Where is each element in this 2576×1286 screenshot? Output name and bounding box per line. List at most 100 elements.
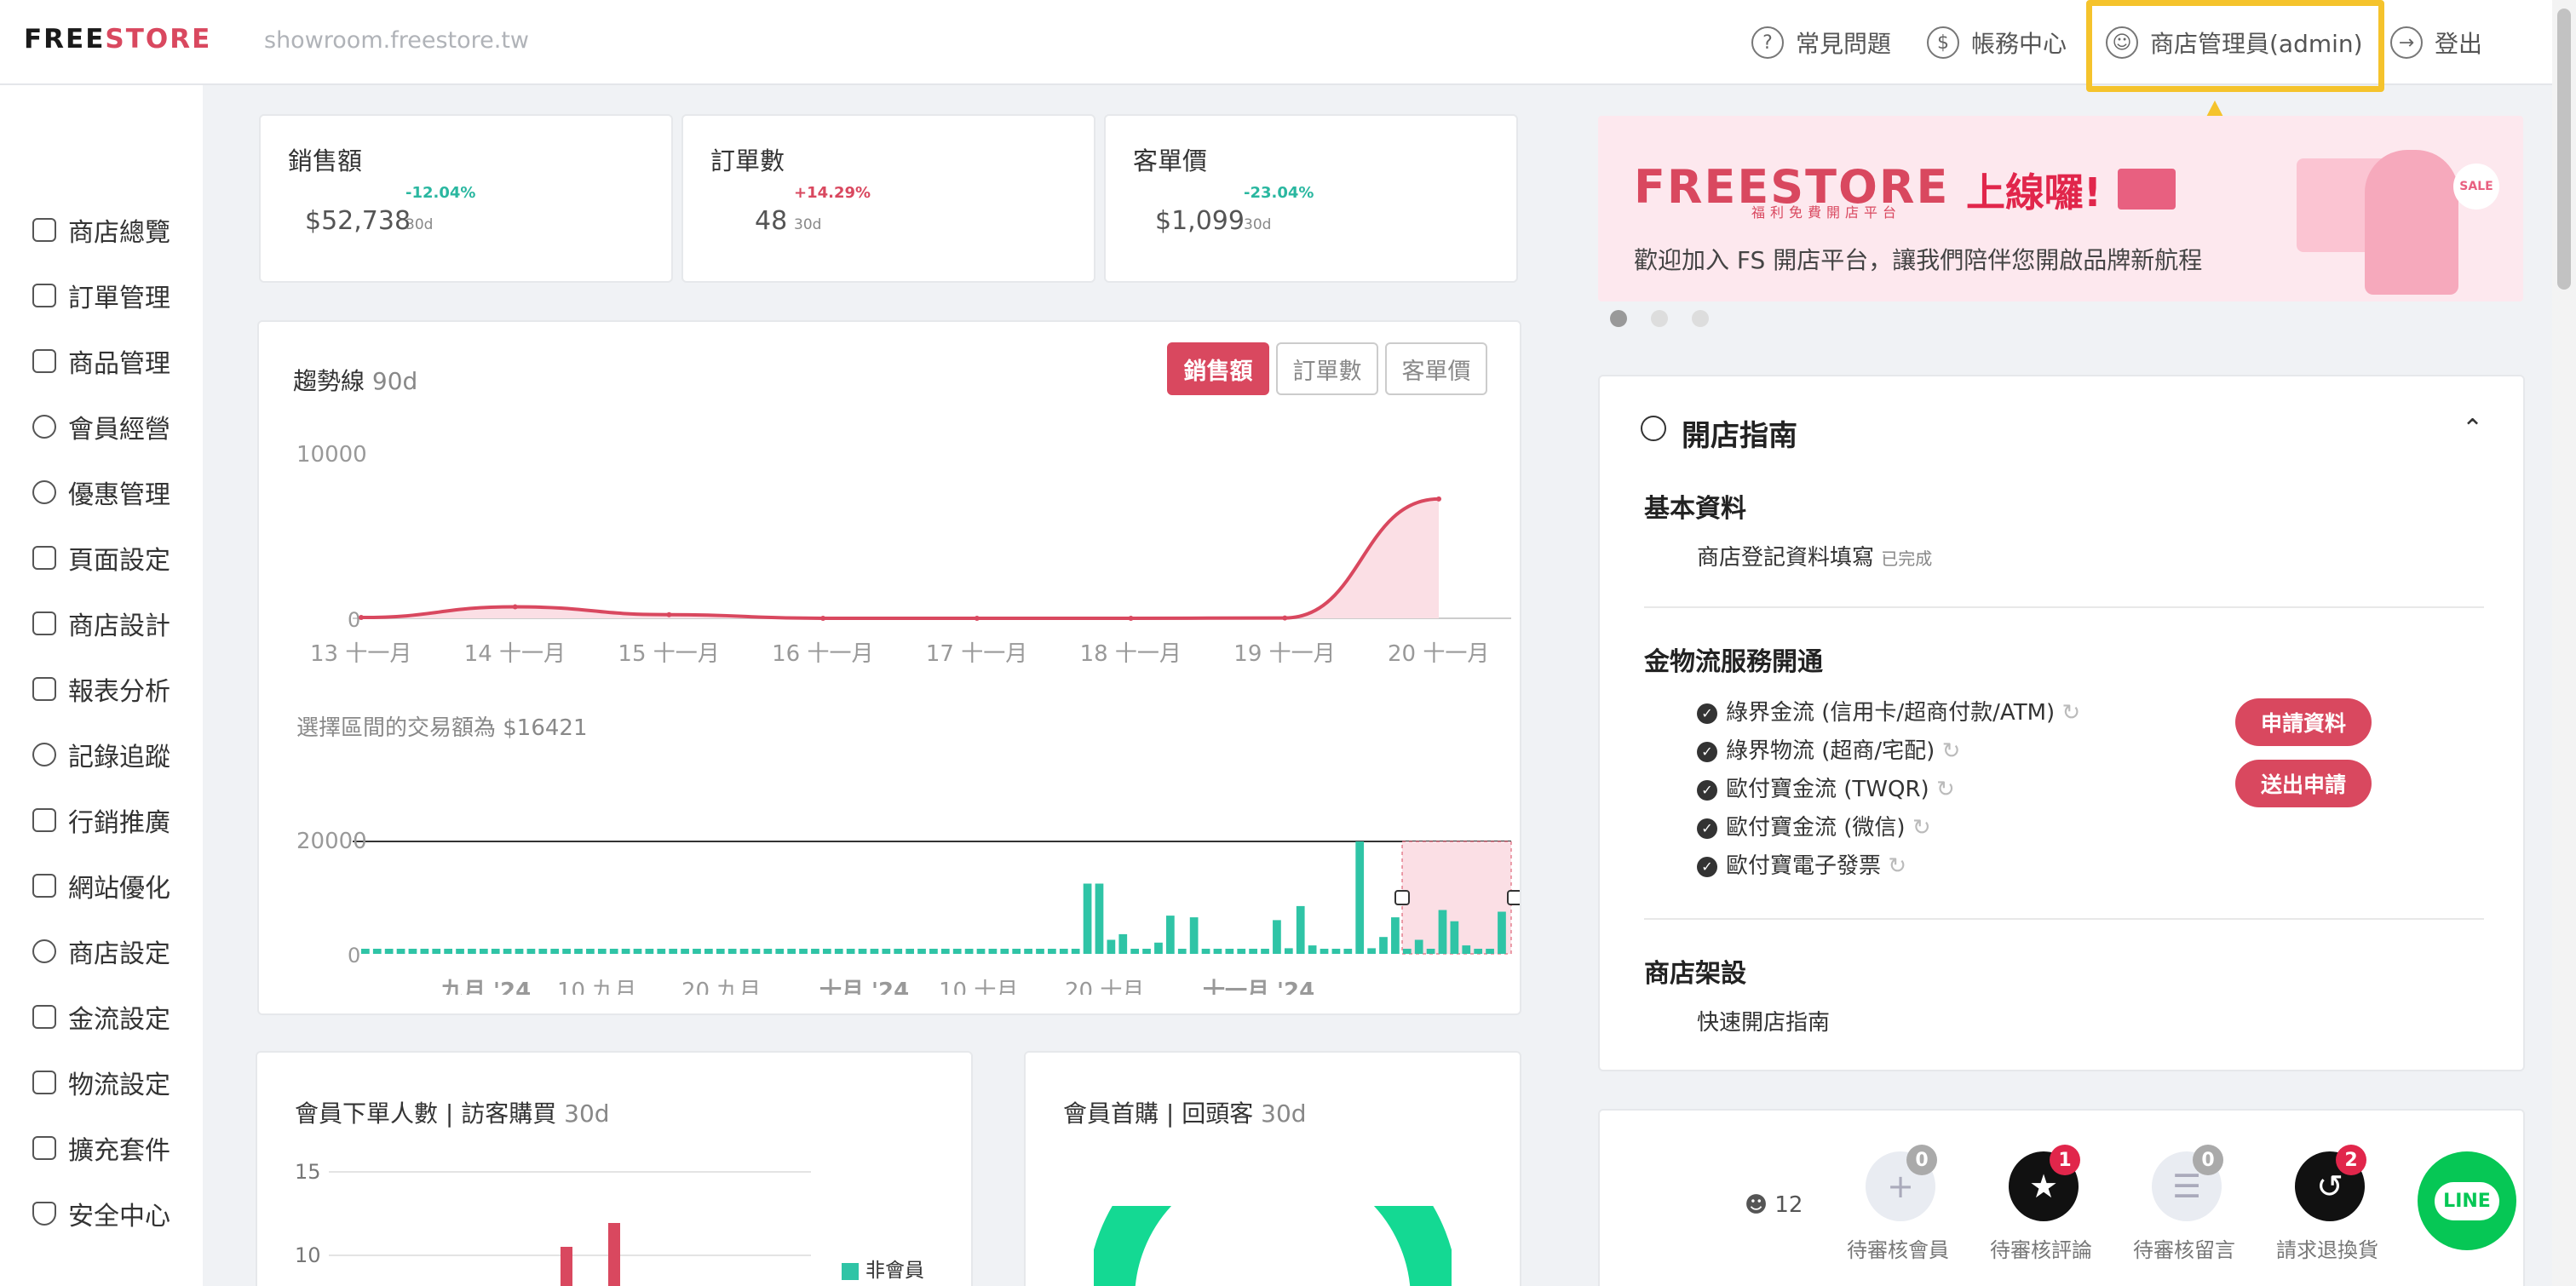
sidebar-item-seo[interactable]: 網站優化 xyxy=(32,869,170,904)
sidebar-item-design[interactable]: 商店設計 xyxy=(32,606,170,641)
kpi-card-orders[interactable]: 訂單數 48 +14.29% 30d xyxy=(681,114,1095,283)
promo-banner[interactable]: FREESTORE 福利免費開店平台 上線囉! 歡迎加入 FS 開店平台，讓我們… xyxy=(1598,116,2523,301)
bar xyxy=(1414,939,1423,954)
pay-item[interactable]: ✓ 歐付寶金流 (微信) ↻ xyxy=(1697,810,1931,841)
scrollbar-thumb[interactable] xyxy=(2557,9,2571,290)
data-point xyxy=(974,616,980,621)
legend-swatch xyxy=(842,1262,859,1280)
sidebar-item-orders[interactable]: 訂單管理 xyxy=(32,278,170,313)
bar xyxy=(917,949,926,954)
bar xyxy=(657,949,666,954)
submit-apply-button[interactable]: 送出申請 xyxy=(2235,760,2372,807)
sidebar-item-settings[interactable]: 商店設定 xyxy=(32,934,170,969)
x-tick-label: 十一月 '24 xyxy=(1203,979,1314,995)
compass-icon xyxy=(1641,416,1666,441)
bar xyxy=(681,949,689,954)
sidebar-item-reports[interactable]: 報表分析 xyxy=(32,672,170,707)
y-tick-label: 20000 xyxy=(296,829,367,854)
kpi-card-aov[interactable]: 客單價 $1,099 -23.04% 30d xyxy=(1104,114,1518,283)
bar xyxy=(515,949,524,954)
bar xyxy=(468,949,476,954)
bar xyxy=(1213,949,1222,954)
bar xyxy=(1059,949,1068,954)
tab-orders[interactable]: 訂單數 xyxy=(1276,342,1378,395)
bar xyxy=(704,949,713,954)
kpi-change: +14.29% xyxy=(794,184,871,202)
bar xyxy=(361,949,370,954)
bar xyxy=(894,949,903,954)
sidebar-item-products[interactable]: 商品管理 xyxy=(32,344,170,379)
y-tick-label: 0 xyxy=(348,944,360,967)
bar xyxy=(1165,916,1175,954)
bar xyxy=(846,949,855,954)
data-point xyxy=(1436,496,1441,502)
basic-item[interactable]: 商店登記資料填寫 已完成 xyxy=(1697,540,1932,571)
carousel-dot-active[interactable] xyxy=(1610,310,1627,327)
tab-aov[interactable]: 客單價 xyxy=(1385,342,1487,395)
member-chart-title: 會員下單人數 | 訪客購買 30d xyxy=(295,1099,610,1128)
bar xyxy=(1462,945,1471,954)
sidebar-item-plugins[interactable]: 擴充套件 xyxy=(32,1131,170,1166)
page-icon xyxy=(32,546,56,570)
bar xyxy=(1130,949,1140,954)
kpi-card-sales[interactable]: 銷售額 $52,738 -12.04% 30d xyxy=(259,114,673,283)
account-center-link[interactable]: $ 帳務中心 xyxy=(1927,0,2067,85)
sidebar: 商店總覽 訂單管理 商品管理 會員經營 優惠管理 頁面設定 商店設計 報表分析 … xyxy=(0,85,203,1286)
pay-item[interactable]: ✓ 歐付寶金流 (TWQR) ↻ xyxy=(1697,772,1955,803)
target-icon xyxy=(32,743,56,766)
line-chat-button[interactable]: LINE xyxy=(2418,1151,2516,1250)
bar xyxy=(1036,949,1044,954)
area-fill xyxy=(361,498,1439,618)
member-order-card: 會員下單人數 | 訪客購買 30d 15 10 非會員 xyxy=(256,1051,973,1286)
count-badge: 1 xyxy=(2050,1145,2080,1175)
sidebar-item-overview[interactable]: 商店總覽 xyxy=(32,213,170,248)
bar xyxy=(1438,910,1447,954)
sidebar-item-security[interactable]: 安全中心 xyxy=(32,1197,170,1231)
x-tick-label: 18 十一月 xyxy=(1080,641,1182,667)
data-point xyxy=(512,604,518,610)
sidebar-item-payment[interactable]: 金流設定 xyxy=(32,1000,170,1035)
y-tick-label: 10 xyxy=(295,1243,321,1267)
sidebar-item-shipping[interactable]: 物流設定 xyxy=(32,1065,170,1100)
bar xyxy=(1237,949,1246,954)
faq-link[interactable]: ? 常見問題 xyxy=(1751,0,1891,85)
logo[interactable]: FREESTORE xyxy=(24,24,211,55)
line-icon: LINE xyxy=(2435,1181,2499,1220)
range-bar-chart[interactable]: 20000 0 九月 '24 10 九月 20 九月 十月 '24 10 十月 20 十月 十一… xyxy=(259,782,1520,995)
bar xyxy=(420,949,429,954)
apply-data-button[interactable]: 申請資料 xyxy=(2235,698,2372,746)
bar xyxy=(1402,949,1412,954)
tab-sales[interactable]: 銷售額 xyxy=(1167,342,1269,395)
pay-item[interactable]: ✓ 綠界物流 (超商/宅配) ↻ xyxy=(1697,733,1960,765)
bar xyxy=(727,949,737,954)
chevron-up-icon[interactable]: ⌃ xyxy=(2462,414,2483,444)
store-guide-link[interactable]: 快速開店指南 xyxy=(1697,1005,1830,1036)
carousel-dot[interactable] xyxy=(1651,310,1668,327)
sidebar-item-members[interactable]: 會員經營 xyxy=(32,410,170,445)
bar xyxy=(1024,949,1032,954)
bar xyxy=(1450,921,1459,954)
data-point xyxy=(359,615,364,621)
bar xyxy=(976,949,986,954)
banner-text: 歡迎加入 FS 開店平台，讓我們陪伴您開啟品牌新航程 xyxy=(1634,246,2203,274)
pending-label: 待審核會員 xyxy=(1847,1238,1949,1262)
bar xyxy=(1142,949,1151,954)
plugin-icon xyxy=(32,1136,56,1160)
pay-item[interactable]: ✓ 歐付寶電子發票 ↻ xyxy=(1697,848,1906,880)
logout-icon: → xyxy=(2390,26,2423,59)
bar xyxy=(1320,949,1329,954)
bar xyxy=(574,949,583,954)
sidebar-item-tracking[interactable]: 記錄追蹤 xyxy=(32,738,170,772)
sidebar-item-pages[interactable]: 頁面設定 xyxy=(32,541,170,576)
bar xyxy=(952,949,962,954)
logout-link[interactable]: → 登出 xyxy=(2390,0,2482,85)
bar xyxy=(988,949,998,954)
banner-tagline: 福利免費開店平台 xyxy=(1751,204,1902,221)
sidebar-item-marketing[interactable]: 行銷推廣 xyxy=(32,803,170,838)
trend-line-chart[interactable]: 10000 0 13 十一月 14 十一月 15 十一月 16 十一月 17 十一月 18 十… xyxy=(259,424,1520,680)
pay-item[interactable]: ✓ 綠界金流 (信用卡/超商付款/ATM) ↻ xyxy=(1697,695,2080,726)
carousel-dot[interactable] xyxy=(1692,310,1709,327)
y-tick-label: 0 xyxy=(348,608,360,632)
kpi-title: 訂單數 xyxy=(710,146,785,175)
sidebar-item-discounts[interactable]: 優惠管理 xyxy=(32,475,170,510)
